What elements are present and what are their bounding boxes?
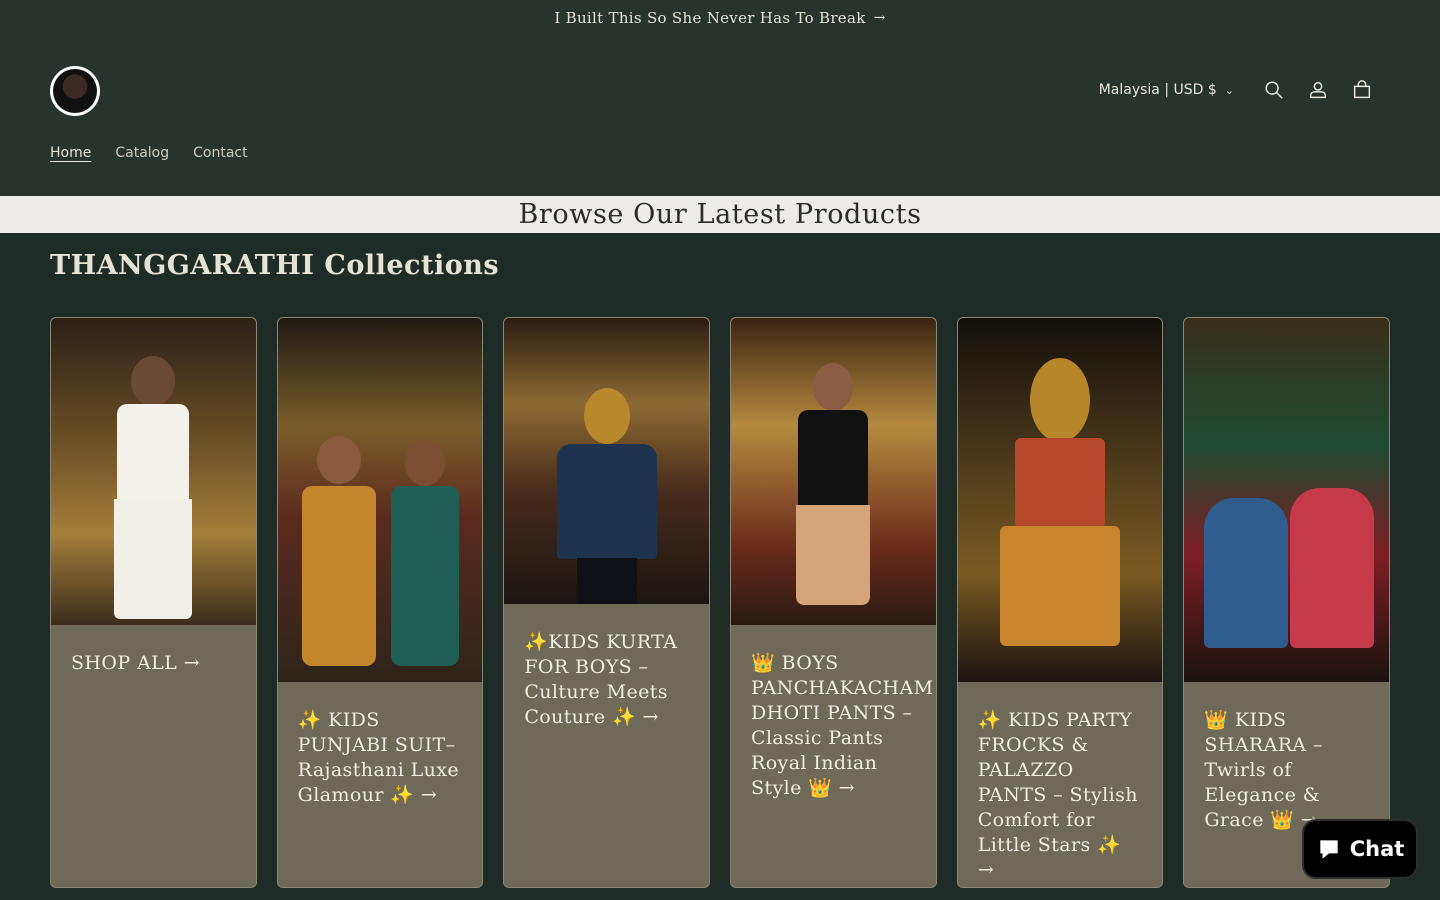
chat-button-label: Chat bbox=[1349, 837, 1405, 861]
nav-item-home[interactable]: Home bbox=[50, 145, 91, 161]
collection-cards: SHOP ALL → ✨ KIDS PUNJABI SUIT–Rajasthan… bbox=[50, 317, 1391, 888]
collection-image bbox=[51, 318, 256, 625]
collection-image bbox=[504, 318, 710, 604]
logo-portrait bbox=[53, 69, 97, 113]
collection-card-label: 👑 BOYS PANCHAKACHAM DHOTI PANTS – Classi… bbox=[751, 652, 934, 799]
collections-title: THANGGARATHI Collections bbox=[50, 250, 500, 281]
country-selector[interactable]: Malaysia | USD $ ⌄ bbox=[1099, 82, 1234, 98]
collection-card-label: SHOP ALL → bbox=[71, 652, 200, 674]
nav-item-catalog[interactable]: Catalog bbox=[115, 145, 169, 161]
site-header: Malaysia | USD $ ⌄ Home Catalog Contact bbox=[0, 36, 1440, 196]
collection-card-label: ✨KIDS KURTA FOR BOYS – Culture Meets Cou… bbox=[524, 631, 678, 728]
collection-card-label: ✨ KIDS PUNJABI SUIT–Rajasthani Luxe Glam… bbox=[297, 709, 460, 806]
announcement-text[interactable]: I Built This So She Never Has To Break bbox=[554, 9, 865, 27]
arrow-right-icon: → bbox=[873, 10, 886, 26]
collection-card-sharara[interactable]: 👑 KIDS SHARARA – Twirls of Elegance & Gr… bbox=[1183, 317, 1391, 888]
collection-card-shop-all[interactable]: SHOP ALL → bbox=[50, 317, 257, 888]
browse-banner: Browse Our Latest Products bbox=[0, 196, 1440, 233]
collection-card-dhoti-pants[interactable]: 👑 BOYS PANCHAKACHAM DHOTI PANTS – Classi… bbox=[730, 317, 937, 888]
search-icon[interactable] bbox=[1252, 74, 1296, 106]
collection-card-label: 👑 KIDS SHARARA – Twirls of Elegance & Gr… bbox=[1204, 709, 1323, 831]
nav-item-contact[interactable]: Contact bbox=[193, 145, 247, 161]
collection-image bbox=[731, 318, 936, 625]
collection-image bbox=[957, 318, 1163, 682]
account-icon[interactable] bbox=[1296, 74, 1340, 106]
main-nav: Home Catalog Contact bbox=[50, 145, 248, 161]
announcement-bar[interactable]: I Built This So She Never Has To Break → bbox=[0, 0, 1440, 36]
chat-button[interactable]: Chat bbox=[1302, 819, 1418, 879]
country-selector-label: Malaysia | USD $ bbox=[1098, 82, 1217, 98]
cart-icon[interactable] bbox=[1340, 74, 1384, 106]
collection-card-label: ✨ KIDS PARTY FROCKS & PALAZZO PANTS – St… bbox=[977, 709, 1138, 881]
collection-image bbox=[277, 318, 483, 682]
collection-card-punjabi-suit[interactable]: ✨ KIDS PUNJABI SUIT–Rajasthani Luxe Glam… bbox=[276, 317, 484, 888]
store-logo[interactable] bbox=[50, 66, 100, 116]
header-actions: Malaysia | USD $ ⌄ bbox=[1099, 74, 1384, 106]
collection-image bbox=[1184, 318, 1390, 682]
collection-card-kurta-boys[interactable]: ✨KIDS KURTA FOR BOYS – Culture Meets Cou… bbox=[503, 317, 711, 888]
chat-bubble-icon bbox=[1320, 840, 1338, 859]
chevron-down-icon: ⌄ bbox=[1224, 83, 1234, 97]
collection-card-party-frocks[interactable]: ✨ KIDS PARTY FROCKS & PALAZZO PANTS – St… bbox=[956, 317, 1164, 888]
